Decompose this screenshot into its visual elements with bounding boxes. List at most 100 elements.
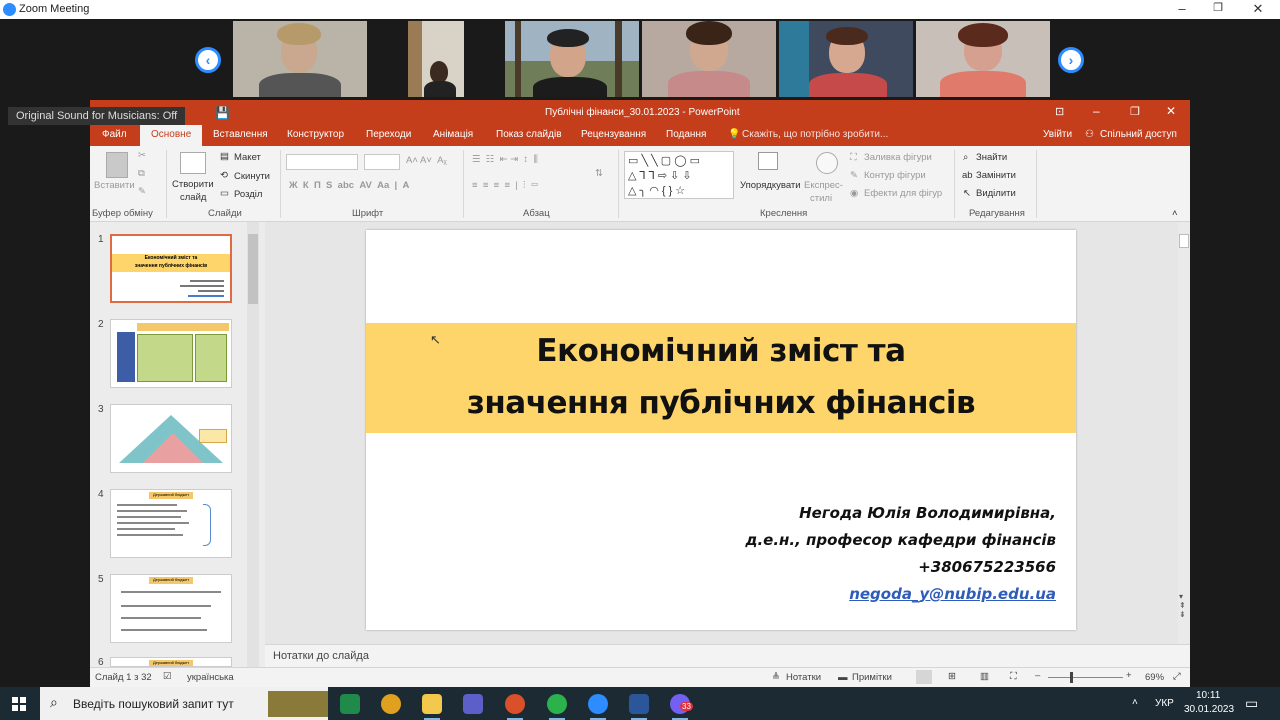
zoom-app-icon[interactable] bbox=[588, 694, 608, 720]
author-phone[interactable]: +380675223566 bbox=[918, 558, 1056, 576]
ppt-maximize-button[interactable]: ❐ bbox=[1130, 105, 1140, 118]
chrome-profile-icon[interactable] bbox=[505, 694, 525, 720]
new-slide-button[interactable]: Створити bbox=[172, 179, 214, 190]
tab-slideshow[interactable]: Показ слайдів bbox=[496, 129, 562, 140]
participant-video[interactable] bbox=[505, 21, 639, 97]
font-format-icons[interactable]: Ж К П S abc AV Aa | A bbox=[289, 180, 409, 191]
ppt-close-button[interactable]: ✕ bbox=[1166, 104, 1176, 118]
participant-video[interactable] bbox=[233, 21, 367, 97]
word-icon[interactable] bbox=[629, 694, 649, 720]
align-icons[interactable]: ≡ ≡ ≡ ≡ | ⫶ ▭ bbox=[472, 180, 538, 191]
slide-title-line1[interactable]: Економічний зміст та bbox=[366, 333, 1076, 369]
participant-video[interactable] bbox=[916, 21, 1050, 97]
slide-scrollbar[interactable]: ▾ ⇞ ⇟ bbox=[1178, 222, 1190, 644]
cut-icon[interactable]: ✂ bbox=[138, 150, 146, 161]
section-button[interactable]: Розділ bbox=[234, 189, 262, 200]
list-icons[interactable]: ☰ ☷ ⇤ ⇥ ↕ ⫼ bbox=[472, 154, 538, 165]
ribbon-display-options-icon[interactable]: ⊡ bbox=[1055, 105, 1064, 118]
thumbnails-scrollbar[interactable] bbox=[247, 222, 259, 667]
slide-title-line2[interactable]: значення публічних фінансів bbox=[366, 385, 1076, 421]
quick-styles-button-line2[interactable]: стилі bbox=[810, 193, 832, 204]
paste-button[interactable]: Вставити bbox=[94, 180, 135, 191]
replace-button[interactable]: Замінити bbox=[976, 170, 1016, 181]
save-icon[interactable]: 💾 bbox=[215, 106, 230, 120]
layout-button[interactable]: Макет bbox=[234, 152, 261, 163]
arrange-icon[interactable] bbox=[758, 152, 778, 170]
select-button[interactable]: Виділити bbox=[976, 188, 1016, 199]
teams-icon[interactable] bbox=[463, 694, 483, 714]
tab-file[interactable]: Файл bbox=[102, 129, 127, 140]
minimize-button[interactable]: – bbox=[1172, 1, 1192, 16]
zoom-out-icon[interactable]: – bbox=[1035, 670, 1040, 681]
current-slide[interactable]: Економічний зміст та значення публічних … bbox=[366, 230, 1076, 630]
author-email-link[interactable]: negoda_y@nubip.edu.ua bbox=[849, 585, 1056, 603]
gallery-prev-button[interactable]: ‹ bbox=[195, 47, 221, 73]
shapes-gallery[interactable]: ▭ ╲ ╲ ▢ ◯ ▭ △ ⅂ ⅂ ⇨ ⇩ ⇩ △ ╮ ◠ { } ☆ bbox=[624, 151, 734, 199]
file-explorer-icon[interactable] bbox=[422, 694, 442, 720]
tell-me-input[interactable]: Скажіть, що потрібно зробити... bbox=[742, 129, 888, 140]
normal-view-icon[interactable] bbox=[916, 670, 932, 684]
participant-video[interactable] bbox=[779, 21, 913, 97]
chrome-profile-2-icon[interactable] bbox=[547, 694, 567, 720]
notes-placeholder[interactable]: Нотатки до слайда bbox=[273, 650, 369, 662]
participant-video[interactable] bbox=[642, 21, 776, 97]
language-status[interactable]: українська bbox=[187, 672, 234, 683]
language-indicator[interactable]: УКР bbox=[1155, 698, 1174, 709]
reading-view-icon[interactable]: ▥ bbox=[980, 671, 989, 682]
new-slide-button-line2[interactable]: слайд bbox=[180, 192, 206, 203]
slide-thumbnail-5[interactable]: Державний бюджет bbox=[110, 574, 232, 643]
ppt-minimize-button[interactable]: – bbox=[1093, 104, 1100, 118]
clock-time[interactable]: 10:11 bbox=[1196, 690, 1220, 701]
copy-icon[interactable]: ⧉ bbox=[138, 168, 145, 179]
reset-button[interactable]: Скинути bbox=[234, 171, 270, 182]
new-slide-icon[interactable] bbox=[180, 152, 206, 174]
find-button[interactable]: Знайти bbox=[976, 152, 1007, 163]
comments-toggle-button[interactable]: Примітки bbox=[852, 672, 892, 683]
format-painter-icon[interactable]: ✎ bbox=[138, 186, 146, 197]
tab-design[interactable]: Конструктор bbox=[287, 129, 344, 140]
author-position[interactable]: д.е.н., професор кафедри фінансів bbox=[745, 531, 1056, 549]
slide-sorter-icon[interactable]: ⊞ bbox=[948, 671, 956, 682]
tray-overflow-icon[interactable]: ˄ bbox=[1132, 697, 1138, 708]
zoom-level[interactable]: 69% bbox=[1145, 672, 1164, 683]
share-button[interactable]: Спільний доступ bbox=[1100, 129, 1177, 140]
shape-fill-button[interactable]: Заливка фігури bbox=[864, 152, 932, 163]
close-button[interactable]: ✕ bbox=[1248, 1, 1268, 17]
tab-animations[interactable]: Анімація bbox=[433, 129, 473, 140]
participant-video[interactable] bbox=[408, 21, 464, 97]
tab-view[interactable]: Подання bbox=[666, 129, 706, 140]
quick-styles-icon[interactable] bbox=[816, 152, 838, 174]
chrome-icon[interactable] bbox=[381, 694, 401, 714]
slide-thumbnail-6[interactable]: Державний бюджет bbox=[110, 657, 232, 667]
spell-check-icon[interactable]: ☑ bbox=[163, 671, 172, 682]
author-name[interactable]: Негода Юлія Володимирівна, bbox=[799, 504, 1056, 522]
slide-thumbnail-3[interactable] bbox=[110, 404, 232, 473]
clock-date[interactable]: 30.01.2023 bbox=[1184, 704, 1234, 715]
gallery-next-button[interactable]: › bbox=[1058, 47, 1084, 73]
slideshow-icon[interactable]: ⛶ bbox=[1010, 671, 1017, 682]
sign-in-link[interactable]: Увійти bbox=[1043, 129, 1072, 140]
slide-thumbnail-4[interactable]: Державний бюджет bbox=[110, 489, 232, 558]
text-direction-icon[interactable]: ⇅ bbox=[595, 168, 603, 179]
paste-icon[interactable] bbox=[106, 152, 128, 178]
zoom-slider[interactable] bbox=[1048, 677, 1123, 678]
arrange-button[interactable]: Упорядкувати bbox=[740, 180, 801, 191]
windows-start-icon[interactable] bbox=[12, 697, 26, 711]
zoom-in-icon[interactable]: + bbox=[1126, 670, 1132, 681]
slide-thumbnail-2[interactable] bbox=[110, 319, 232, 388]
shape-outline-button[interactable]: Контур фігури bbox=[864, 170, 926, 181]
edge-icon[interactable] bbox=[340, 694, 360, 714]
shape-effects-button[interactable]: Ефекти для фігур bbox=[864, 188, 942, 199]
slide-thumbnail-1[interactable]: Економічний зміст та значення публічних … bbox=[110, 234, 232, 303]
viber-icon[interactable]: 33 bbox=[670, 694, 693, 720]
notes-toggle-button[interactable]: Нотатки bbox=[786, 672, 821, 683]
font-name-input[interactable] bbox=[286, 154, 358, 170]
collapse-ribbon-icon[interactable]: ˄ bbox=[1172, 208, 1178, 219]
notes-pane[interactable]: Нотатки до слайда bbox=[265, 644, 1190, 667]
maximize-button[interactable]: ❐ bbox=[1208, 1, 1228, 14]
taskbar-search[interactable]: ⌕ Введіть пошуковий запит тут bbox=[40, 687, 328, 720]
fit-to-window-icon[interactable]: ⤢ bbox=[1173, 671, 1181, 682]
notifications-icon[interactable]: ▭ bbox=[1245, 695, 1258, 712]
tab-insert[interactable]: Вставлення bbox=[213, 129, 268, 140]
tab-transitions[interactable]: Переходи bbox=[366, 129, 411, 140]
